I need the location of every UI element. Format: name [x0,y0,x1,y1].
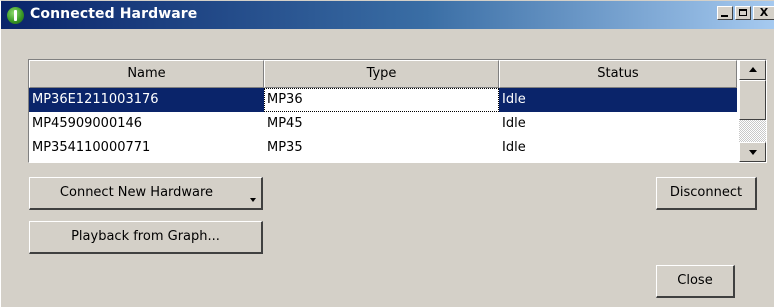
hardware-table: Name Type Status MP36E1211003176 MP36 Id… [28,59,767,163]
title-bar[interactable]: Connected Hardware X [1,1,774,29]
cell-name: MP45909000146 [32,116,143,131]
table-row[interactable]: MP36E1211003176 MP36 Idle [29,88,737,112]
vertical-scrollbar[interactable] [739,60,766,162]
arrow-up-icon [749,67,757,72]
connected-hardware-window: Connected Hardware X Name Type Status MP… [0,0,774,307]
cell-status: Idle [502,140,526,155]
column-header-type[interactable]: Type [264,60,499,88]
table-header: Name Type Status [29,60,737,88]
cell-status: Idle [502,116,526,131]
disconnect-button[interactable]: Disconnect [656,177,757,210]
scroll-track[interactable] [739,120,766,142]
connect-new-hardware-label: Connect New Hardware [59,185,214,200]
cell-type: MP45 [267,116,303,131]
scroll-down-button[interactable] [739,142,766,162]
maximize-button[interactable] [735,6,751,20]
maximize-icon [739,9,747,16]
minimize-icon [721,15,728,17]
cell-status: Idle [502,92,526,107]
cell-name: MP354110000771 [32,140,151,155]
dropdown-arrow-icon [250,198,256,202]
table-row[interactable]: MP354110000771 MP35 Idle [29,136,737,160]
arrow-down-icon [749,150,757,155]
close-icon: X [759,6,769,19]
table-body: MP36E1211003176 MP36 Idle MP45909000146 … [29,88,737,160]
column-header-name[interactable]: Name [29,60,264,88]
close-button[interactable]: Close [656,265,735,298]
scroll-thumb[interactable] [739,80,766,120]
cell-name: MP36E1211003176 [32,92,159,107]
connect-new-hardware-button[interactable]: Connect New Hardware [29,177,263,210]
column-header-status[interactable]: Status [499,60,737,88]
cell-type: MP35 [267,140,303,155]
cell-type: MP36 [264,88,499,112]
window-title: Connected Hardware [30,6,198,22]
app-logo-icon [7,7,24,24]
table-row[interactable]: MP45909000146 MP45 Idle [29,112,737,136]
minimize-button[interactable] [717,6,733,20]
scroll-up-button[interactable] [739,60,766,80]
playback-from-graph-button[interactable]: Playback from Graph... [29,221,263,254]
close-window-button[interactable]: X [753,6,774,20]
